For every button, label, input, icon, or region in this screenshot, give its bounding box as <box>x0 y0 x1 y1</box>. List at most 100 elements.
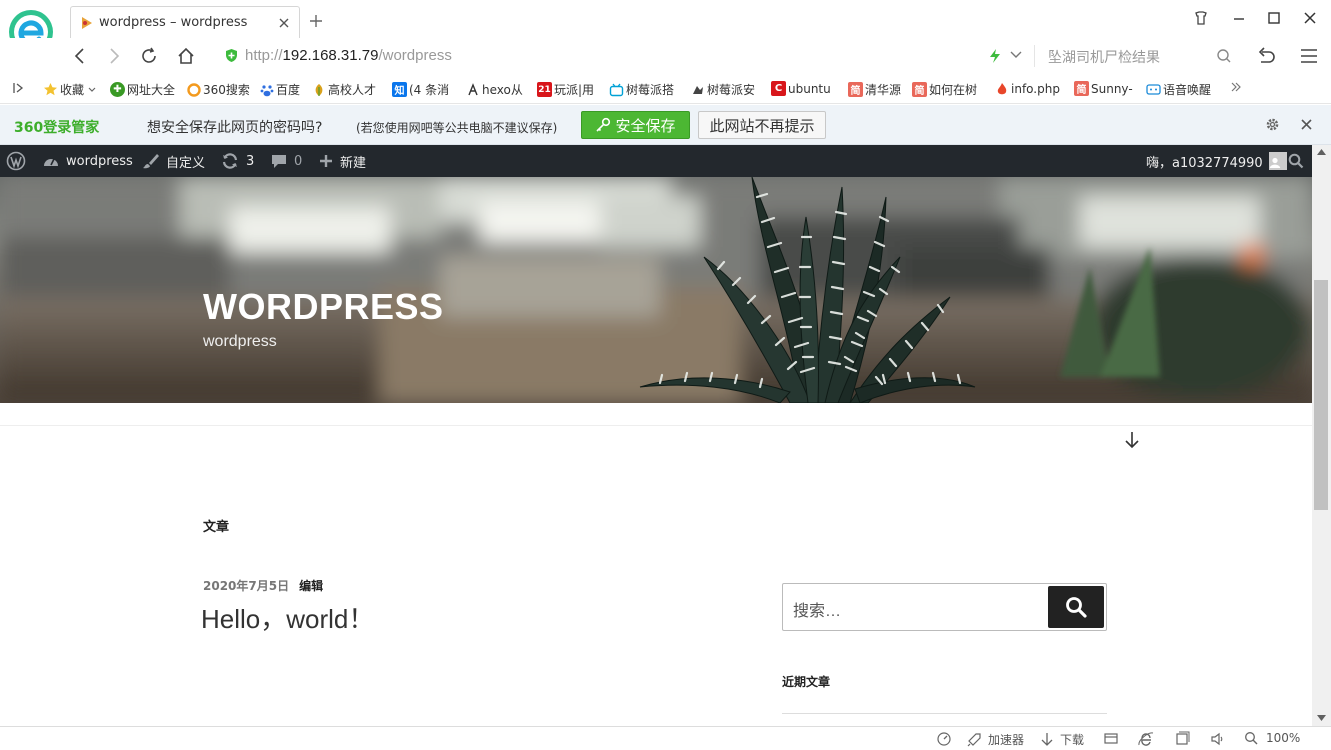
scroll-up-icon[interactable] <box>1317 149 1326 155</box>
back-icon[interactable] <box>70 46 90 66</box>
tab-active[interactable]: wordpress – wordpress <box>70 6 300 38</box>
ie-mode-icon[interactable] <box>1138 731 1154 747</box>
new-tab-icon[interactable] <box>308 13 324 29</box>
maximize-icon[interactable] <box>1266 10 1282 26</box>
tab-close-icon[interactable] <box>277 16 291 30</box>
wordpress-logo-icon[interactable] <box>6 145 32 177</box>
download-button[interactable]: 下载 <box>1040 731 1084 748</box>
bookmark-item[interactable]: 百度 <box>259 81 300 98</box>
admin-bar-search-icon[interactable] <box>1288 145 1310 177</box>
screenshot-icon[interactable] <box>1103 731 1119 747</box>
admin-bar-new[interactable]: 新建 <box>318 145 366 177</box>
arrow-down-icon[interactable] <box>1124 431 1140 449</box>
home-icon[interactable] <box>176 46 196 66</box>
site-title[interactable]: WORDPRESS <box>203 286 444 328</box>
bookmarks-bar: 收藏 ✚ 网址大全 360搜索 百度 高校人才 知 (4 条消 hexo从 21 玩派… <box>0 74 1331 104</box>
accelerate-icon[interactable] <box>988 48 1002 64</box>
menu-icon[interactable] <box>1299 46 1319 66</box>
bilibili-icon <box>609 82 624 97</box>
bookmark-item[interactable]: Cubuntu <box>771 81 831 96</box>
bookmark-item[interactable]: 语音唤醒 <box>1146 81 1211 98</box>
post-title[interactable]: Hello，world！ <box>201 599 374 636</box>
edit-link[interactable]: 编辑 <box>299 579 323 593</box>
bookmark-item[interactable]: info.php <box>994 81 1060 96</box>
bookmark-item[interactable]: 简 Sunny- <box>1074 81 1133 96</box>
url-text[interactable]: http://192.168.31.79/wordpress <box>245 47 452 64</box>
divider <box>0 425 1312 426</box>
security-shield-icon[interactable] <box>224 48 239 63</box>
wp-admin-bar: wordpress 自定义 3 0 新建 嗨，a1032774990 <box>0 145 1312 177</box>
never-ask-button[interactable]: 此网站不再提示 <box>698 111 826 139</box>
refresh-icon[interactable] <box>139 46 159 66</box>
gear-icon[interactable] <box>1265 117 1280 132</box>
chevron-down-icon[interactable] <box>1010 50 1022 60</box>
jianshu-icon: 简 <box>1074 81 1089 96</box>
bookmark-item[interactable]: 简如何在树 <box>912 81 977 98</box>
custom-header-image: WORDPRESS wordpress <box>0 177 1312 403</box>
undo-icon[interactable] <box>1256 46 1276 66</box>
chat-icon <box>1146 82 1161 97</box>
post-meta: 2020年7月5日 编辑 <box>203 577 323 594</box>
speed-icon[interactable] <box>936 731 952 747</box>
save-password-button[interactable]: 安全保存 <box>581 111 690 139</box>
password-save-note: (若您使用网吧等公共电脑不建议保存) <box>356 121 558 135</box>
updates-icon <box>222 153 238 169</box>
bookmark-item[interactable]: 树莓派安 <box>690 81 755 98</box>
jianshu-icon: 简 <box>912 82 927 97</box>
bookmark-item[interactable]: 简清华源 <box>848 81 901 98</box>
password-save-question: 想安全保存此网页的密码吗? <box>147 120 323 136</box>
browser-search-input[interactable]: 坠湖司机尸检结果 <box>1048 47 1160 67</box>
bird-icon <box>690 82 705 97</box>
key-icon <box>596 117 611 132</box>
zoom-icon <box>1245 732 1258 745</box>
admin-bar-comments[interactable]: 0 <box>270 145 302 177</box>
forward-icon[interactable] <box>104 46 124 66</box>
scroll-thumb[interactable] <box>1314 280 1328 510</box>
close-window-icon[interactable] <box>1302 10 1318 26</box>
post-date[interactable]: 2020年7月5日 <box>203 579 289 593</box>
navigation-bar: http://192.168.31.79/wordpress 坠湖司机尸检结果 <box>0 38 1331 74</box>
bookmark-item[interactable]: 树莓派搭 <box>609 81 674 98</box>
sidebar-search-form: 搜索… <box>782 583 1107 631</box>
comment-icon <box>272 155 286 168</box>
accelerator-button[interactable]: 加速器 <box>966 731 1024 748</box>
admin-bar-customize[interactable]: 自定义 <box>142 145 205 177</box>
window-icon[interactable] <box>1174 731 1190 747</box>
search-icon[interactable] <box>1216 48 1232 64</box>
nav-icon: ✚ <box>110 82 125 97</box>
rocket-icon <box>967 732 981 746</box>
star-icon <box>43 82 58 97</box>
sidebar-search-input[interactable]: 搜索… <box>793 597 841 621</box>
zoom-control[interactable]: 100% <box>1244 731 1300 745</box>
skin-icon[interactable] <box>1193 10 1209 26</box>
dashboard-icon <box>44 158 58 166</box>
bookmark-item[interactable]: 知 (4 条消 <box>392 81 449 98</box>
leaf-icon <box>311 82 326 97</box>
password-manager-brand: 360登录管家 <box>14 120 100 136</box>
page-heading: 文章 <box>203 520 230 535</box>
scroll-down-icon[interactable] <box>1317 715 1326 721</box>
address-bar[interactable]: http://192.168.31.79/wordpress 坠湖司机尸检结果 <box>222 45 1242 67</box>
close-icon[interactable] <box>1300 118 1313 131</box>
csdn-icon: C <box>771 81 786 96</box>
tab-title: wordpress – wordpress <box>99 15 248 30</box>
bookmark-item[interactable]: 360搜索 <box>186 81 250 98</box>
bookmark-item[interactable]: 高校人才 <box>311 81 376 98</box>
search-submit-button[interactable] <box>1048 586 1104 628</box>
bookmark-favorites[interactable]: 收藏 <box>43 81 96 98</box>
volume-icon[interactable] <box>1210 731 1226 747</box>
baidu-icon <box>259 82 274 97</box>
admin-bar-site-name[interactable]: wordpress <box>42 145 133 177</box>
succulent-plant-photo <box>0 177 1312 403</box>
bookmark-item[interactable]: 21 玩派|用 <box>537 81 594 98</box>
sidebar-toggle-icon[interactable] <box>12 81 24 95</box>
admin-bar-updates[interactable]: 3 <box>220 145 254 177</box>
minimize-icon[interactable] <box>1231 10 1247 26</box>
bookmark-item[interactable]: ✚ 网址大全 <box>110 81 175 98</box>
admin-bar-account[interactable]: 嗨，a1032774990 <box>1146 145 1287 177</box>
more-bookmarks-icon[interactable] <box>1230 81 1242 93</box>
page-scrollbar[interactable] <box>1312 145 1331 726</box>
search-icon <box>1066 597 1087 618</box>
bookmark-item[interactable]: hexo从 <box>465 81 523 98</box>
avatar <box>1268 152 1287 170</box>
